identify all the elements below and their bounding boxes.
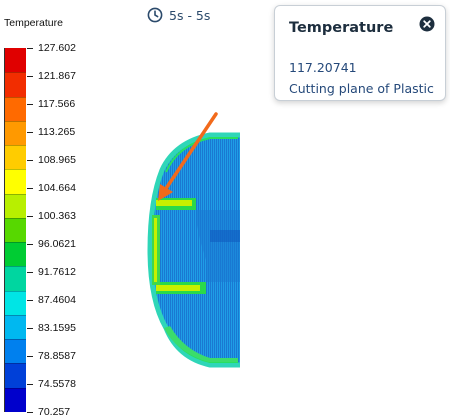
colorbar-segment [5,266,26,292]
colorbar-tick-label: 78.8587 [38,350,76,362]
colorbar-tick-label: 100.363 [38,210,76,222]
colorbar-tick-label: 87.4604 [38,294,76,306]
colorbar-tick [27,384,33,385]
colorbar-tick [27,104,33,105]
colorbar-tick-label: 70.257 [38,406,71,418]
colorbar-segment [5,120,26,146]
colorbar-divider [5,120,26,122]
colorbar-divider [5,314,26,316]
colorbar-divider [5,96,26,98]
temperature-colorbar: 127.602 121.867 117.566 113.265 108.965 104.6… [4,42,76,418]
colorbar-tick-label: 91.7612 [38,266,76,278]
popup-description: Cutting plane of Plastic [289,81,434,96]
colorbar-tick [27,216,33,217]
colorbar-tick-label: 108.965 [38,154,76,166]
colorbar-tick-label: 83.1595 [38,322,76,334]
colorbar-segment [5,290,26,316]
clock-icon [147,7,163,23]
colorbar-divider [5,266,26,268]
colorbar-tick-label: 104.664 [38,182,76,194]
colorbar-divider [5,242,26,244]
part-cross-section[interactable] [130,100,260,380]
colorbar-divider [5,72,26,74]
legend-title: Temperature [4,17,63,29]
colorbar-tick [27,160,33,161]
colorbar-segment [5,96,26,122]
colorbar-divider [5,387,26,389]
colorbar-divider [5,290,26,292]
colorbar-segment [5,72,26,98]
colorbar-segment [5,314,26,340]
close-circle-icon[interactable] [419,16,435,32]
colorbar-tick [27,48,33,49]
colorbar-segment [5,387,26,413]
colorbar-segment [5,48,26,73]
colorbar-tick-label: 121.867 [38,70,76,82]
colorbar-segment [5,242,26,267]
probe-popup: Temperature 117.20741 Cutting plane of P… [274,5,446,101]
colorbar-tick-label: 117.566 [38,98,76,110]
popup-title: Temperature [289,20,394,36]
time-indicator[interactable]: 5s - 5s [147,7,210,23]
popup-value: 117.20741 [289,60,357,75]
colorbar-divider [5,217,26,219]
colorbar-tick [27,328,33,329]
colorbar-tick-label: 96.0621 [38,238,76,250]
colorbar-tick [27,412,33,413]
colorbar-tick [27,300,33,301]
colorbar-segment [5,217,26,243]
colorbar-segment [5,145,26,170]
colorbar-tick [27,188,33,189]
colorbar-segment [5,169,26,195]
colorbar-tick-label: 113.265 [38,126,76,138]
colorbar-divider [5,193,26,195]
colorbar-segment [5,363,26,389]
colorbar-tick-label: 74.5578 [38,378,76,390]
colorbar-divider [5,339,26,341]
colorbar-divider [5,363,26,365]
colorbar-tick [27,272,33,273]
colorbar-divider [5,169,26,171]
colorbar-segment [5,193,26,219]
time-label: 5s - 5s [169,7,211,23]
colorbar-tick-label: 127.602 [38,42,76,54]
colorbar-tick [27,76,33,77]
colorbar-tick [27,244,33,245]
colorbar-divider [5,145,26,147]
colorbar-tick [27,132,33,133]
colorbar-tick [27,356,33,357]
colorbar-segment [5,339,26,364]
